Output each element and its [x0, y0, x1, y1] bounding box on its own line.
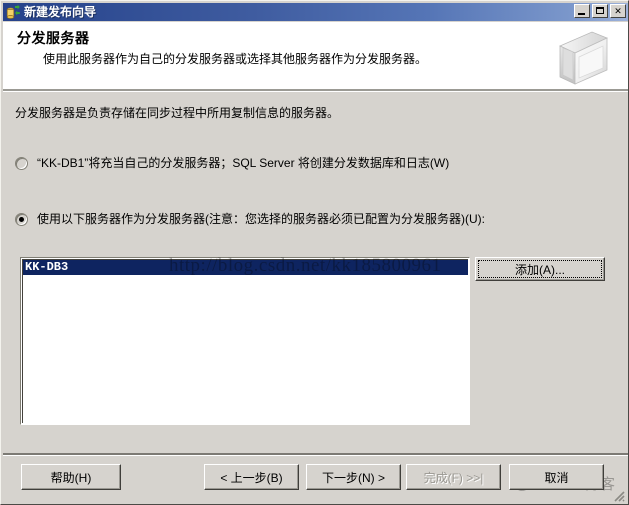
- radio-other-distributor-mark[interactable]: [15, 213, 28, 226]
- radio-self-distributor[interactable]: “KK-DB1”将充当自己的分发服务器；SQL Server 将创建分发数据库和…: [15, 156, 449, 170]
- minimize-button[interactable]: [574, 4, 590, 18]
- new-publication-wizard-dialog: 新建发布向导 ✕ 分发服务器 使用此服务器作为自己的分发服务器或选择其他服务器作…: [0, 0, 629, 505]
- radio-other-distributor[interactable]: 使用以下服务器作为分发服务器(注意：您选择的服务器必须已配置为分发服务器)(U)…: [15, 212, 485, 226]
- add-server-button[interactable]: 添加(A)...: [475, 257, 605, 281]
- radio-self-distributor-label: “KK-DB1”将充当自己的分发服务器；SQL Server 将创建分发数据库和…: [37, 156, 450, 170]
- close-button[interactable]: ✕: [610, 4, 626, 18]
- window-title: 新建发布向导: [24, 5, 97, 19]
- distributor-server-listbox[interactable]: KK-DB3: [20, 257, 470, 425]
- distributor-server-listbox-inner[interactable]: KK-DB3: [22, 259, 468, 423]
- wizard-header: 分发服务器 使用此服务器作为自己的分发服务器或选择其他服务器作为分发服务器。: [3, 22, 628, 89]
- replication-database-icon: [5, 4, 21, 20]
- list-item[interactable]: KK-DB3: [23, 260, 468, 275]
- close-icon: ✕: [614, 6, 622, 16]
- finish-button: 完成(F) >>|: [406, 464, 501, 490]
- page-title: 分发服务器: [17, 30, 90, 46]
- add-server-button-label: 添加(A)...: [515, 262, 565, 277]
- resize-grip[interactable]: [611, 488, 625, 502]
- title-bar[interactable]: 新建发布向导 ✕: [3, 3, 628, 21]
- header-separator: [3, 89, 628, 92]
- radio-self-distributor-mark[interactable]: [15, 157, 28, 170]
- body-description: 分发服务器是负责存储在同步过程中所用复制信息的服务器。: [15, 106, 340, 120]
- cancel-button[interactable]: 取消: [509, 464, 604, 490]
- server-box-icon: [554, 28, 610, 88]
- radio-other-distributor-label: 使用以下服务器作为分发服务器(注意：您选择的服务器必须已配置为分发服务器)(U)…: [37, 212, 485, 226]
- footer-separator: [3, 453, 628, 456]
- next-button[interactable]: 下一步(N) >: [306, 464, 401, 490]
- help-button[interactable]: 帮助(H): [21, 464, 121, 490]
- back-button[interactable]: < 上一步(B): [204, 464, 299, 490]
- window-controls: ✕: [574, 4, 626, 18]
- page-subtitle: 使用此服务器作为自己的分发服务器或选择其他服务器作为分发服务器。: [43, 52, 428, 66]
- maximize-button[interactable]: [592, 4, 608, 18]
